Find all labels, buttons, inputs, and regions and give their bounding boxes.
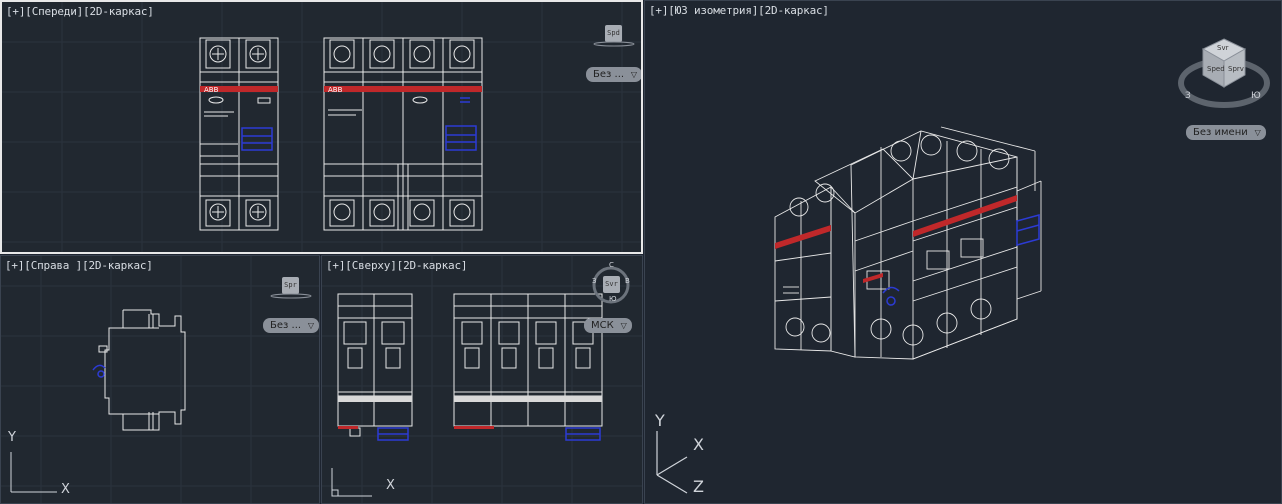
axis-x-label: X bbox=[693, 435, 704, 454]
breakers-isometric-model bbox=[774, 126, 1042, 360]
breaker-2pole-top bbox=[337, 293, 413, 441]
viewport-front[interactable]: [+][Спереди][2D-каркас] ABB ABB Spd Без … bbox=[0, 0, 643, 254]
compass-south[interactable]: Ю bbox=[609, 295, 617, 303]
axis-y-label: Y bbox=[8, 430, 16, 445]
viewcube-ring bbox=[270, 293, 312, 299]
viewport-right[interactable]: [+][Справа ][2D-каркас] Spr Без ... ▽ Y X bbox=[0, 255, 320, 504]
compass-north[interactable]: С bbox=[609, 261, 614, 269]
compass-west[interactable]: З bbox=[592, 277, 597, 285]
viewcube-ring bbox=[593, 41, 635, 47]
viewport-label[interactable]: [+][Справа ][2D-каркас] bbox=[5, 259, 153, 272]
breaker-4pole-top bbox=[453, 293, 603, 441]
ucs-dropdown[interactable]: Без имени ▽ bbox=[1186, 125, 1266, 140]
breaker-side-profile bbox=[92, 309, 186, 431]
viewcube-icon[interactable]: Svr bbox=[603, 276, 620, 293]
axis-y-label: Y bbox=[655, 411, 665, 430]
ucs-dropdown[interactable]: Без ... ▽ bbox=[586, 67, 641, 82]
ucs-dropdown[interactable]: МСК ▽ bbox=[584, 318, 632, 333]
ucs-axis-icon bbox=[656, 431, 688, 494]
axis-z-label: Z bbox=[693, 477, 704, 496]
breaker-2pole-front bbox=[199, 37, 279, 231]
axis-x-label: X bbox=[386, 478, 395, 493]
viewport-iso[interactable]: [+][ЮЗ изометрия][2D-каркас] Svr Sped Sp… bbox=[644, 0, 1282, 504]
chevron-down-icon: ▽ bbox=[620, 321, 627, 330]
compass-east[interactable]: В bbox=[625, 277, 630, 285]
compass-west[interactable]: З bbox=[1185, 91, 1191, 101]
viewcube-face-right[interactable]: Sprv bbox=[1228, 65, 1244, 73]
chevron-down-icon: ▽ bbox=[630, 70, 638, 79]
ucs-axis-icon bbox=[10, 452, 57, 493]
chevron-down-icon: ▽ bbox=[307, 321, 315, 330]
viewcube-face-top[interactable]: Svr bbox=[1217, 44, 1228, 52]
viewport-label[interactable]: [+][Спереди][2D-каркас] bbox=[6, 5, 154, 18]
compass-south[interactable]: Ю bbox=[1251, 91, 1261, 101]
brand-logo: ABB bbox=[328, 86, 343, 94]
viewport-label[interactable]: [+][Сверху][2D-каркас] bbox=[326, 259, 467, 272]
viewcube-face-front[interactable]: Sped bbox=[1207, 65, 1225, 73]
viewport-label[interactable]: [+][ЮЗ изометрия][2D-каркас] bbox=[649, 4, 829, 17]
brand-logo: ABB bbox=[204, 86, 219, 94]
axis-x-label: X bbox=[61, 482, 70, 497]
breaker-4pole-front bbox=[323, 37, 483, 231]
viewport-top[interactable]: [+][Сверху][2D-каркас] Svr С Ю З В МСК ▽… bbox=[321, 255, 643, 504]
chevron-down-icon: ▽ bbox=[1254, 128, 1261, 137]
ucs-dropdown[interactable]: Без ... ▽ bbox=[263, 318, 319, 333]
